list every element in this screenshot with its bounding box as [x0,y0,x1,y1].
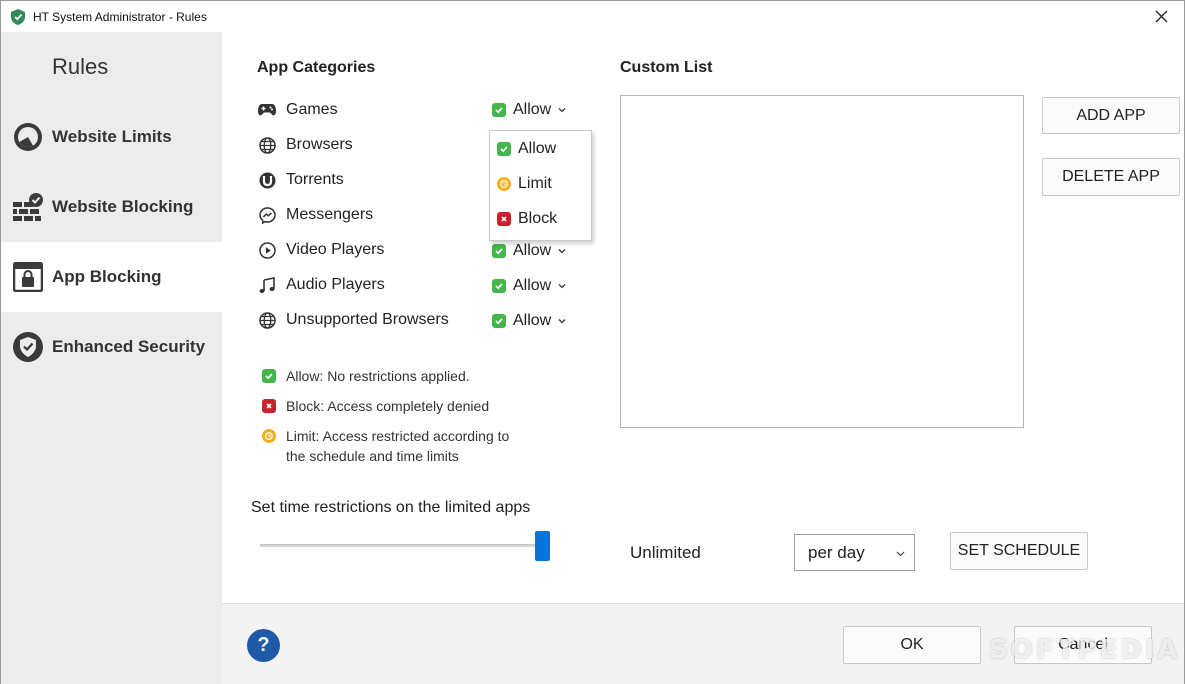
block-x-icon [262,399,276,413]
sidebar-heading: Rules [52,54,109,79]
legend-text: Block: Access completely denied [286,398,490,414]
category-label: Messengers [286,206,374,223]
chevron-down-icon [558,284,566,289]
sidebar-item-label: App Blocking [52,267,162,286]
close-button[interactable] [1138,1,1184,32]
clock-icon [12,121,44,153]
music-note-icon [258,276,276,294]
dropdown-option-block[interactable]: Block [490,201,591,236]
app-categories-title: App Categories [257,59,376,76]
chevron-down-icon [558,108,566,113]
chevron-down-icon [896,551,905,557]
sidebar-item-label: Website Blocking [52,197,194,216]
ok-button[interactable]: OK [843,626,981,664]
globe-icon [258,136,276,154]
brick-wall-check-icon [12,191,44,223]
category-status-dropdown-audio-players[interactable]: Allow [492,274,566,298]
close-icon [1155,10,1167,23]
option-label: Allow [518,139,557,157]
category-label: Torrents [286,171,344,188]
legend-block: Block: Access completely denied [262,396,489,416]
allow-check-icon [497,141,511,156]
allow-check-icon [492,103,506,117]
set-schedule-button[interactable]: SET SCHEDULE [950,532,1088,570]
play-circle-icon [258,241,276,259]
gamepad-icon [258,101,276,119]
chevron-down-icon [558,319,566,324]
sidebar-item-label: Website Limits [52,127,172,146]
window-lock-icon [12,261,44,293]
sidebar-item-website-limits[interactable]: Website Limits [1,102,222,172]
status-dropdown-popup: Allow Limit Block [489,130,592,241]
window-title: HT System Administrator - Rules [33,9,207,24]
shield-app-icon [11,8,25,25]
allow-check-icon [492,279,506,293]
status-label: Allow [513,312,552,329]
status-label: Allow [513,242,552,259]
category-label: Video Players [286,241,385,258]
add-app-button[interactable]: ADD APP [1042,97,1180,134]
category-status-dropdown-video-players[interactable]: Allow [492,239,566,263]
status-label: Allow [513,101,552,118]
time-limit-slider-track[interactable] [260,544,550,547]
legend-text: Limit: Access restricted according to the… [286,428,510,464]
allow-check-icon [262,369,276,383]
title-bar: HT System Administrator - Rules [1,1,1184,32]
option-label: Limit [518,174,552,192]
legend-allow: Allow: No restrictions applied. [262,366,470,386]
legend-text: Allow: No restrictions applied. [286,368,470,384]
dropdown-option-allow[interactable]: Allow [490,131,591,166]
category-status-dropdown-games[interactable]: Allow [492,98,566,122]
custom-app-list[interactable] [620,95,1024,428]
help-button[interactable]: ? [247,629,280,662]
app-window: HT System Administrator - Rules Rules We… [0,0,1185,684]
allow-check-icon [492,314,506,328]
chevron-down-icon [558,249,566,254]
limit-clock-icon [262,429,276,443]
period-select-value: per day [808,542,865,562]
watermark-text: SOFTPEDIA [989,635,1181,665]
sidebar-item-website-blocking[interactable]: Website Blocking [1,172,222,242]
sidebar-item-app-blocking[interactable]: App Blocking [1,242,222,312]
block-x-icon [497,211,511,226]
shield-check-icon [12,331,44,363]
globe-icon [258,311,276,329]
dropdown-option-limit[interactable]: Limit [490,166,591,201]
custom-list-title: Custom List [620,59,713,76]
time-limit-slider-thumb[interactable] [535,531,550,561]
category-label: Unsupported Browsers [286,311,449,328]
category-label: Games [286,101,338,118]
option-label: Block [518,209,558,227]
time-restrictions-label: Set time restrictions on the limited app… [251,499,531,516]
sidebar-item-enhanced-security[interactable]: Enhanced Security [1,312,222,382]
status-label: Allow [513,277,552,294]
category-status-dropdown-unsupported-browsers[interactable]: Allow [492,309,566,333]
sidebar: Rules Website Limits Website Blocking Ap… [1,32,222,684]
category-label: Browsers [286,136,353,153]
category-label: Audio Players [286,276,385,293]
delete-app-button[interactable]: DELETE APP [1042,158,1180,196]
limit-clock-icon [497,176,511,191]
main-panel: App Categories Games Allow Browsers Torr… [222,32,1184,603]
utorrent-icon [258,171,276,189]
period-select[interactable]: per day [794,534,915,571]
legend-limit: Limit: Access restricted according to the… [262,426,509,466]
sidebar-item-label: Enhanced Security [52,337,206,356]
messenger-icon [258,206,276,224]
allow-check-icon [492,244,506,258]
time-limit-value: Unlimited [630,543,701,562]
